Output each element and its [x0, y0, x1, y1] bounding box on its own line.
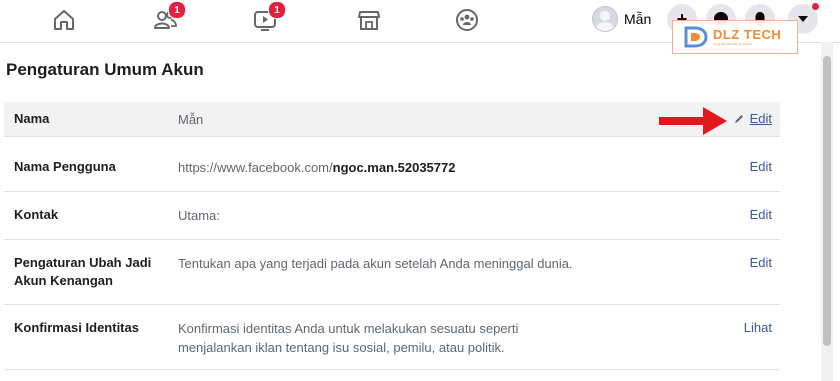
- page-title: Pengaturan Umum Akun: [6, 60, 204, 79]
- profile-button[interactable]: Mẫn: [592, 6, 651, 32]
- menu-dot-badge: [812, 3, 819, 10]
- avatar: [592, 6, 618, 32]
- dlz-tech-watermark: DLZ TECH Cùng bạn kiến tạo sự số hóa: [672, 20, 798, 54]
- home-icon[interactable]: [49, 6, 79, 34]
- row-label-line1: Pengaturan Ubah Jadi: [14, 255, 152, 270]
- view-identity-link[interactable]: Lihat: [744, 319, 772, 337]
- row-value: https://www.facebook.com/ngoc.man.520357…: [178, 158, 455, 177]
- row-value-line1: Konfirmasi identitas Anda untuk melakuka…: [178, 321, 519, 336]
- red-arrow-annotation: [659, 107, 727, 135]
- username-url-prefix: https://www.facebook.com/: [178, 160, 333, 175]
- row-value-line2: menjalankan iklan tentang isu sosial, pe…: [178, 340, 505, 355]
- watch-icon[interactable]: 1: [250, 1, 286, 34]
- row-label-line2: Akun Kenangan: [14, 273, 113, 288]
- vertical-scrollbar[interactable]: [821, 42, 833, 381]
- settings-row-username[interactable]: Nama Pengguna https://www.facebook.com/n…: [4, 144, 780, 192]
- profile-name: Mẫn: [624, 11, 652, 27]
- scrollbar-thumb[interactable]: [823, 56, 831, 346]
- row-value: Mẫn: [178, 112, 204, 127]
- settings-row-identity[interactable]: Konfirmasi Identitas Konfirmasi identita…: [4, 305, 780, 370]
- pencil-icon: [735, 115, 743, 123]
- watermark-title: DLZ TECH: [713, 27, 782, 42]
- edit-name-link[interactable]: Edit: [750, 110, 772, 128]
- edit-memorialization-link[interactable]: Edit: [750, 254, 772, 272]
- watermark-subtitle: Cùng bạn kiến tạo sự số hóa: [713, 42, 752, 46]
- settings-row-memorialization[interactable]: Pengaturan Ubah Jadi Akun Kenangan Tentu…: [4, 240, 780, 305]
- row-value: Utama:: [178, 208, 220, 223]
- marketplace-icon[interactable]: [354, 6, 384, 34]
- settings-row-contact[interactable]: Kontak Utama: Edit: [4, 192, 780, 240]
- row-value: Tentukan apa yang terjadi pada akun sete…: [178, 256, 573, 271]
- row-label: Konfirmasi Identitas: [14, 320, 139, 335]
- row-label: Nama: [14, 111, 50, 126]
- row-label: Kontak: [14, 207, 59, 222]
- caret-down-icon: [798, 16, 808, 22]
- friends-icon[interactable]: 1: [150, 1, 186, 34]
- friends-badge: 1: [168, 1, 186, 19]
- dlz-logo-icon: [684, 26, 708, 48]
- watch-badge: 1: [268, 1, 286, 19]
- edit-username-link[interactable]: Edit: [750, 158, 772, 176]
- edit-contact-link[interactable]: Edit: [750, 206, 772, 224]
- row-label: Nama Pengguna: [14, 159, 116, 174]
- groups-icon[interactable]: [452, 6, 482, 34]
- username-handle: ngoc.man.52035772: [332, 160, 456, 175]
